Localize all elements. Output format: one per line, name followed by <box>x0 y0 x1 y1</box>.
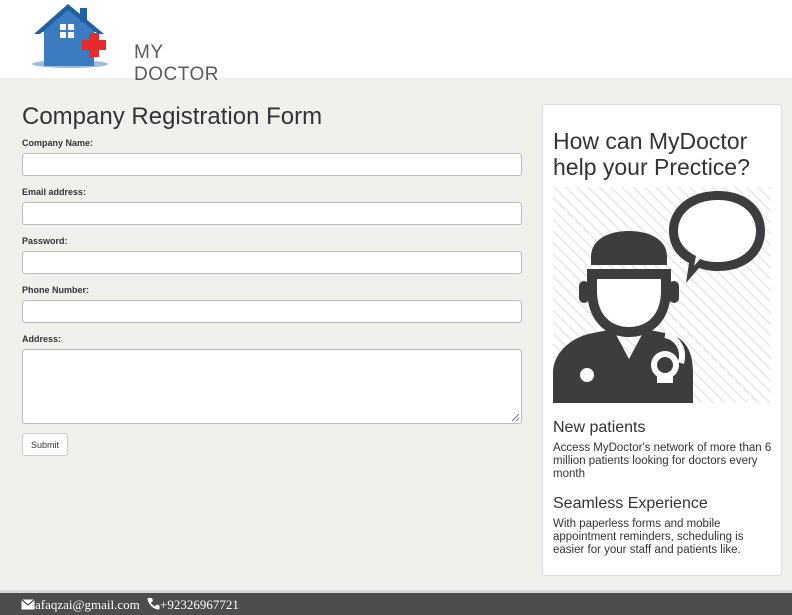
email-label: Email address: <box>22 187 87 197</box>
password-input[interactable] <box>22 251 522 274</box>
logo-text: MY DOCTOR <box>134 42 219 85</box>
feature-text-seamless-experience: With paperless forms and mobile appointm… <box>553 518 744 556</box>
house-cross-logo-icon <box>32 4 108 68</box>
footer-phone[interactable]: +92326967721 <box>160 597 239 613</box>
info-panel: How can MyDoctor help your Prectice? New… <box>542 104 782 576</box>
panel-title: How can MyDoctor help your Prectice? <box>553 128 750 180</box>
feature-text-new-patients: Access MyDoctor's network of more than 6… <box>553 442 772 480</box>
feature-title-seamless-experience: Seamless Experience <box>553 495 708 512</box>
form-title: Company Registration Form <box>22 103 323 130</box>
email-input[interactable] <box>22 202 522 225</box>
envelope-icon <box>21 599 35 610</box>
company-name-label: Company Name: <box>22 138 94 148</box>
company-name-input[interactable] <box>22 153 522 176</box>
footer: afaqzai@gmail.com +92326967721 <box>0 590 792 615</box>
header: MY DOCTOR <box>0 0 792 85</box>
address-label: Address: <box>22 334 62 344</box>
footer-email[interactable]: afaqzai@gmail.com <box>35 597 140 613</box>
phone-icon <box>147 598 160 610</box>
submit-button[interactable]: Submit <box>22 433 68 456</box>
phone-input[interactable] <box>22 300 522 323</box>
feature-title-new-patients: New patients <box>553 419 646 436</box>
logo[interactable]: MY DOCTOR <box>30 2 230 85</box>
password-label: Password: <box>22 236 68 246</box>
address-textarea[interactable] <box>22 349 522 424</box>
resize-grip-icon[interactable] <box>510 412 520 422</box>
phone-label: Phone Number: <box>22 285 90 295</box>
doctor-chat-illustration-icon <box>553 187 771 403</box>
